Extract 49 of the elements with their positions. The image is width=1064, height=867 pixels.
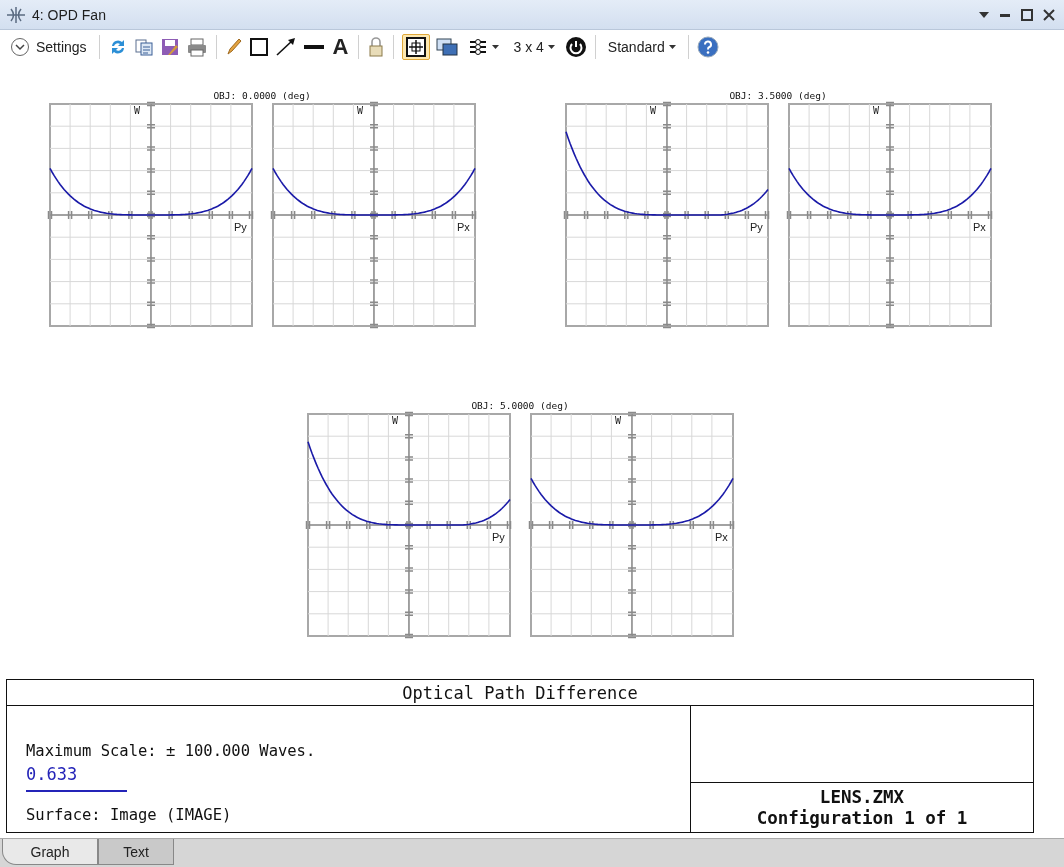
axis-label: Px (714, 531, 728, 543)
axis-label: W (133, 105, 140, 116)
scale-text: Maximum Scale: ± 100.000 Waves. (26, 742, 317, 760)
wavelength-value: 0.633 (26, 764, 79, 784)
print-icon[interactable] (185, 37, 208, 57)
text-tool-icon[interactable]: A (330, 36, 351, 58)
axis-label: W (391, 415, 398, 426)
axis-label: Py (749, 221, 763, 233)
windows-icon[interactable] (436, 37, 459, 57)
window-title: 4: OPD Fan (32, 6, 107, 23)
copy-icon[interactable] (133, 37, 154, 57)
caret-icon (668, 44, 676, 50)
settings-button[interactable]: Settings (6, 34, 91, 60)
chart-title: Optical Path Difference (7, 680, 1033, 706)
chevron-circle-icon (10, 37, 30, 57)
axis-label: W (614, 415, 621, 426)
caret-icon (492, 44, 500, 50)
dropdown-icon[interactable] (978, 10, 990, 19)
configuration-text: Configuration 1 of 1 (756, 807, 968, 829)
axis-label: Px (456, 221, 470, 233)
style-dropdown[interactable]: Standard (603, 36, 680, 58)
field-angle-title: OBJ: 5.0000 (deg) (471, 399, 569, 412)
lock-icon[interactable] (367, 36, 386, 58)
app-logo-icon (6, 4, 26, 25)
axis-label: W (649, 105, 656, 116)
view-tab[interactable]: Graph (2, 839, 98, 865)
save-icon[interactable] (159, 37, 180, 57)
view-tab[interactable]: Text (98, 839, 174, 865)
layout-dropdown[interactable]: 3 x 4 (509, 36, 559, 58)
arrow-tool-icon[interactable] (274, 37, 297, 57)
crosshair-frame-icon (406, 37, 427, 57)
axis-label: W (356, 105, 363, 116)
field-angle-title: OBJ: 3.5000 (deg) (729, 89, 827, 102)
help-icon[interactable] (696, 36, 719, 58)
close-icon[interactable] (1042, 7, 1056, 22)
axis-label: Py (233, 221, 247, 233)
axis-label: Px (972, 221, 986, 233)
file-name: LENS.ZMX (819, 786, 905, 808)
maximize-icon[interactable] (1020, 7, 1034, 22)
surface-text: Surface: Image (IMAGE) (26, 805, 233, 824)
caret-icon (547, 44, 555, 50)
power-icon[interactable] (564, 36, 587, 58)
layers-icon (468, 38, 489, 56)
axis-label: Py (491, 531, 505, 543)
field-angle-title: OBJ: 0.0000 (deg) (213, 89, 311, 102)
auto-fit-button[interactable] (402, 34, 431, 60)
axis-label: W (872, 105, 879, 116)
rectangle-tool-icon[interactable] (248, 37, 269, 57)
pencil-icon[interactable] (224, 37, 243, 57)
